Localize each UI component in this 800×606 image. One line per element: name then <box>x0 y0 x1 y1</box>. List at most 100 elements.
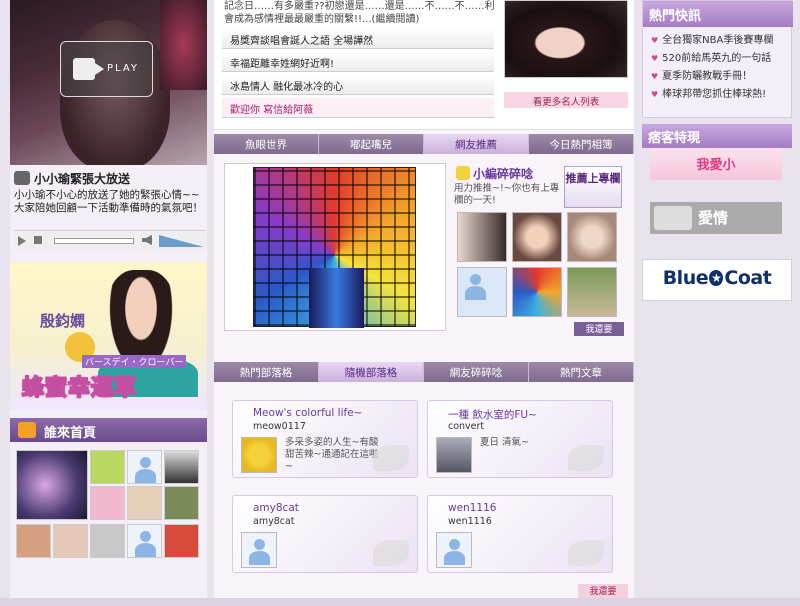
default-avatar-icon[interactable] <box>436 532 472 568</box>
top-news-panel: 記念日……有多嚴重??初戀還是……還是……不……不……利會成為感情裡最最嚴重的關… <box>214 0 634 130</box>
featured-photo[interactable] <box>253 167 416 328</box>
editor-title: 小編碎碎唸 <box>473 167 534 181</box>
visitor-avatar[interactable] <box>127 486 162 520</box>
news-intro[interactable]: 記念日……有多嚴重??初戀還是……還是……不……不……利會成為感情裡最最嚴重的關… <box>224 0 504 26</box>
default-avatar-icon[interactable] <box>241 532 277 568</box>
feature-banner-love[interactable]: 我愛小 <box>650 148 782 180</box>
blog-title[interactable]: Meow's colorful life~ <box>253 407 362 419</box>
who-visited-title: 誰來首頁 <box>44 426 97 441</box>
sponsor-left: Blue <box>662 267 709 289</box>
visitor-avatar[interactable] <box>53 524 88 558</box>
news-item-contact[interactable]: 歡迎你 寫信給阿薇 <box>222 98 494 118</box>
news-item[interactable]: 冰島情人 融化最冰冷的心 <box>222 75 494 95</box>
news-item[interactable]: 易獎齊談唱會誕人之語 全場譁然 <box>222 29 494 49</box>
visitor-avatar[interactable] <box>164 486 199 520</box>
hot-news-item[interactable]: 棒球邦帶您抓住棒球熱! <box>651 85 766 100</box>
tab-netizen-chatter[interactable]: 網友碎碎唸 <box>424 362 529 382</box>
celebrity-photo[interactable] <box>504 0 628 78</box>
visitor-avatar[interactable] <box>90 486 125 520</box>
volume-icon[interactable] <box>142 235 152 245</box>
recommend-button[interactable]: 推薦上專欄 <box>564 166 622 208</box>
more-blogs-button[interactable]: 我還要 <box>578 584 628 598</box>
blog-title[interactable]: wen1116 <box>448 502 496 514</box>
tab-random-blogs[interactable]: 隨機部落格 <box>319 362 424 382</box>
blog-card[interactable]: amy8cat amy8cat <box>232 495 418 573</box>
default-avatar-icon[interactable] <box>457 267 507 317</box>
feature-banner-mtv[interactable]: 愛情 <box>650 202 782 234</box>
tab-fisheye-world[interactable]: 魚眼世界 <box>214 134 319 154</box>
mtv-logo-icon <box>654 206 692 230</box>
editor-photo[interactable] <box>457 212 507 262</box>
blog-user[interactable]: convert <box>448 421 484 432</box>
video-camera-icon <box>73 58 104 80</box>
hot-news-item[interactable]: 520前給馬英九的一句話 <box>651 49 771 64</box>
blog-decoration-icon <box>568 445 604 471</box>
default-avatar-icon[interactable] <box>127 450 162 484</box>
tab-hot-articles[interactable]: 熱門文章 <box>529 362 634 382</box>
more-celebrities-button[interactable]: 看更多名人列表 <box>504 92 628 108</box>
visitor-avatar[interactable] <box>90 450 125 484</box>
blog-description: 多采多姿的人生~有酸甜苦辣~通通記在這啦~ <box>285 437 379 472</box>
play-button[interactable]: PLAY <box>60 41 153 97</box>
editor-description: 用力推推~!~你也有上專欄的一天! <box>454 183 560 206</box>
hot-news-box: 熱門快訊 全台獨家NBA季後賽專欄 520前給馬英九的一句話 夏季防曬教戰手冊！… <box>642 0 793 118</box>
tab-pout[interactable]: 嘟起嘴兒 <box>319 134 424 154</box>
features-title: 痞客特現 <box>642 124 792 148</box>
default-avatar-icon[interactable] <box>127 524 162 558</box>
editor-photo[interactable] <box>512 212 562 262</box>
visitor-avatar[interactable] <box>90 524 125 558</box>
bluecoat-sponsor-logo[interactable]: Blue ★ Coat <box>642 259 792 301</box>
seek-bar[interactable] <box>54 238 134 244</box>
blog-avatar[interactable] <box>241 437 277 473</box>
more-editor-button[interactable]: 我還要 <box>574 322 624 336</box>
blog-decoration-icon <box>568 540 604 566</box>
tab-hot-blogs[interactable]: 熱門部落格 <box>214 362 319 382</box>
blog-user[interactable]: wen1116 <box>448 516 492 527</box>
visitor-avatar[interactable] <box>164 450 199 484</box>
blog-user[interactable]: meow0117 <box>253 421 306 432</box>
tab-netizen-recommend[interactable]: 網友推薦 <box>424 134 529 154</box>
sponsor-right: Coat <box>724 267 772 289</box>
ad-banner[interactable]: 殷鈞嫻 バースデイ・クローバー 蜂蜜幸運草 <box>10 262 207 410</box>
stop-icon[interactable] <box>34 236 42 244</box>
video-title[interactable]: 小小瑜緊張大放送 <box>14 170 204 187</box>
play-icon[interactable] <box>18 236 26 246</box>
blog-card[interactable]: wen1116 wen1116 <box>427 495 613 573</box>
hot-news-title: 熱門快訊 <box>643 1 793 27</box>
blog-decoration-icon <box>373 540 409 566</box>
visitor-avatar[interactable] <box>164 524 199 558</box>
blog-user[interactable]: amy8cat <box>253 516 295 527</box>
ad-tagline: 蜂蜜幸運草 <box>21 375 138 402</box>
play-label: PLAY <box>107 63 140 74</box>
blog-title[interactable]: 一種 飲水室的FU~ <box>448 407 537 422</box>
visitor-avatar[interactable] <box>16 450 88 520</box>
editor-header: 小編碎碎唸 <box>456 165 533 182</box>
video-player-screen[interactable]: PLAY <box>10 0 207 165</box>
left-column: PLAY 小小瑜緊張大放送 小小瑜不小心的放送了她的緊張心情~~大家陪她回顧一下… <box>10 0 207 606</box>
editor-photo[interactable] <box>567 212 617 262</box>
visitor-avatar[interactable] <box>16 524 51 558</box>
tab-today-hot-albums[interactable]: 今日熱門相簿 <box>529 134 634 154</box>
blog-title[interactable]: amy8cat <box>253 502 299 514</box>
feature-banner-label: 愛情 <box>698 209 729 227</box>
blog-decoration-icon <box>373 445 409 471</box>
volume-slider[interactable] <box>159 235 204 247</box>
ad-name: 殷鈞嫻 <box>40 312 86 330</box>
blog-card[interactable]: Meow's colorful life~ meow0117 多采多姿的人生~有… <box>232 400 418 478</box>
editor-photo[interactable] <box>512 267 562 317</box>
editor-photo[interactable] <box>567 267 617 317</box>
center-column: 記念日……有多嚴重??初戀還是……還是……不……不……利會成為感情裡最最嚴重的關… <box>214 0 634 606</box>
video-title-text[interactable]: 小小瑜緊張大放送 <box>34 172 130 186</box>
video-background <box>160 0 207 90</box>
film-icon <box>14 171 30 185</box>
star-icon: ★ <box>709 270 724 286</box>
blog-description: 夏日 清氣~ <box>480 437 529 448</box>
media-controls <box>14 230 206 250</box>
who-visited-header: 誰來首頁 <box>10 418 207 442</box>
blog-avatar[interactable] <box>436 437 472 473</box>
hot-news-item[interactable]: 夏季防曬教戰手冊！ <box>651 67 752 82</box>
blog-card[interactable]: 一種 飲水室的FU~ convert 夏日 清氣~ <box>427 400 613 478</box>
news-item[interactable]: 幸福距離幸姓網好近啊! <box>222 52 494 72</box>
hot-news-item[interactable]: 全台獨家NBA季後賽專欄 <box>651 31 773 46</box>
ad-subtitle: バースデイ・クローバー <box>82 355 187 368</box>
